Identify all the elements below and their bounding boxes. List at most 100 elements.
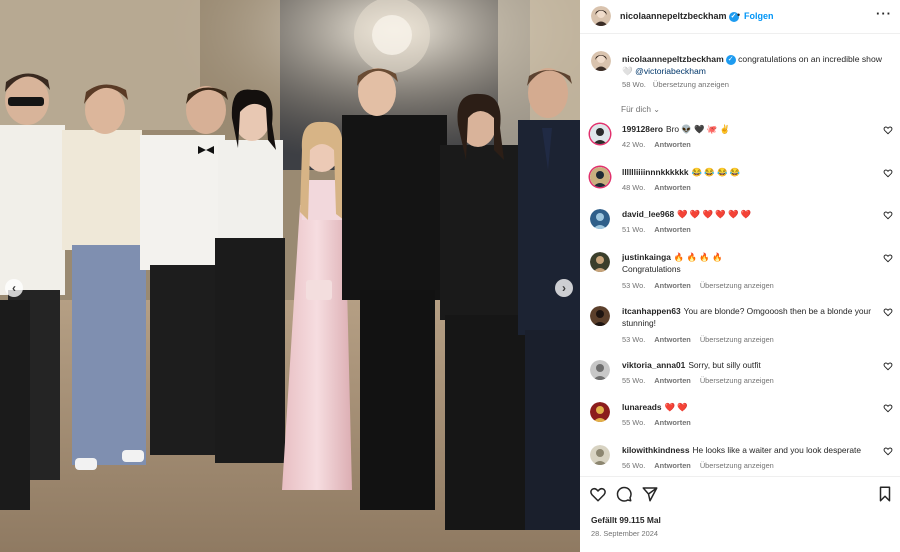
reply-button[interactable]: Antworten	[654, 225, 691, 234]
translate-link[interactable]: Übersetzung anzeigen	[700, 376, 774, 385]
commenter-username[interactable]: lllllliiiinnnkkkkkk	[622, 167, 689, 177]
commenter-avatar[interactable]	[590, 402, 610, 422]
comment-sort-label: Für dich	[621, 104, 651, 114]
paper-plane-icon[interactable]	[641, 485, 659, 503]
reply-button[interactable]: Antworten	[654, 418, 691, 427]
comment-bubble-icon[interactable]	[615, 485, 633, 503]
reply-button[interactable]: Antworten	[654, 140, 691, 149]
commenter-username[interactable]: 199128ero	[622, 124, 663, 134]
reply-button[interactable]: Antworten	[654, 183, 691, 192]
bookmark-icon[interactable]	[876, 485, 894, 503]
comment-body: david_lee968 ❤️ ❤️ ❤️ ❤️ ❤️ ❤️	[622, 208, 876, 220]
post-side-panel: nicolaannepeltzbeckham ✓ • Folgen ··· nic…	[580, 0, 900, 552]
caption-age: 58 Wo.	[622, 80, 646, 89]
commenter-username[interactable]: justinkainga	[622, 252, 671, 262]
comment-age: 53 Wo.	[622, 335, 646, 344]
comment-meta: 53 Wo. Antworten Übersetzung anzeigen	[622, 335, 783, 344]
comment-meta: 42 Wo. Antworten	[622, 140, 700, 149]
group-photo-illustration	[0, 0, 580, 552]
comment-text: Bro 👽 🖤 🐙 ✌️	[665, 124, 731, 134]
commenter-username[interactable]: itcanhappen63	[622, 306, 681, 316]
comment-text: He looks like a waiter and you look desp…	[692, 445, 862, 455]
chevron-left-icon: ‹	[12, 281, 16, 295]
reply-button[interactable]: Antworten	[654, 376, 691, 385]
post-header: nicolaannepeltzbeckham ✓ • Folgen ···	[580, 0, 900, 34]
commenter-avatar[interactable]	[590, 209, 610, 229]
commenter-avatar[interactable]	[590, 306, 610, 326]
reply-button[interactable]: Antworten	[654, 461, 691, 470]
separator-dot: •	[737, 10, 741, 20]
verified-badge-icon: ✓	[725, 55, 736, 65]
comment-text: Sorry, but silly outfit	[688, 360, 761, 370]
commenter-avatar[interactable]	[590, 124, 610, 144]
commenter-avatar[interactable]	[590, 445, 610, 465]
carousel-prev-button[interactable]: ‹	[5, 279, 23, 297]
post-caption: nicolaannepeltzbeckham ✓ congratulations …	[622, 53, 894, 77]
caption-heart: 🤍	[622, 66, 633, 76]
commenter-avatar[interactable]	[590, 360, 610, 380]
heart-icon[interactable]	[883, 168, 893, 178]
comment-body: itcanhappen63 You are blonde? Omgooosh th…	[622, 305, 876, 329]
author-username[interactable]: nicolaannepeltzbeckham ✓	[620, 11, 739, 22]
comment-meta: 51 Wo. Antworten	[622, 225, 700, 234]
caption-meta: 58 Wo. Übersetzung anzeigen	[622, 80, 736, 89]
comment-item: itcanhappen63 You are blonde? Omgooosh th…	[580, 305, 900, 345]
translate-link[interactable]: Übersetzung anzeigen	[700, 281, 774, 290]
like-count[interactable]: Gefällt 99.115 Mal	[591, 515, 661, 525]
comment-body: lunareads ❤️ ❤️	[622, 401, 876, 413]
commenter-username[interactable]: kilowithkindness	[622, 445, 689, 455]
heart-icon[interactable]	[883, 125, 893, 135]
heart-icon[interactable]	[883, 361, 893, 371]
comment-text: 😂 😂 😂 😂	[691, 167, 741, 177]
follow-button[interactable]: Folgen	[744, 11, 774, 21]
comment-age: 53 Wo.	[622, 281, 646, 290]
comment-age: 42 Wo.	[622, 140, 646, 149]
comment-meta: 55 Wo. Antworten Übersetzung anzeigen	[622, 376, 783, 385]
heart-icon[interactable]	[883, 210, 893, 220]
reply-button[interactable]: Antworten	[654, 335, 691, 344]
reply-button[interactable]: Antworten	[654, 281, 691, 290]
translate-link[interactable]: Übersetzung anzeigen	[700, 461, 774, 470]
heart-icon[interactable]	[883, 403, 893, 413]
comment-item: lunareads ❤️ ❤️ 55 Wo. Antworten	[580, 401, 900, 441]
chevron-right-icon: ›	[562, 281, 566, 295]
author-avatar[interactable]	[591, 6, 611, 26]
comment-body: viktoria_anna01 Sorry, but silly outfit	[622, 359, 876, 371]
heart-icon[interactable]	[883, 446, 893, 456]
chevron-down-icon: ⌄	[653, 105, 660, 114]
comment-body: 199128ero Bro 👽 🖤 🐙 ✌️	[622, 123, 876, 135]
comment-item: viktoria_anna01 Sorry, but silly outfit 55…	[580, 359, 900, 399]
translate-link[interactable]: Übersetzung anzeigen	[700, 335, 774, 344]
comment-item: david_lee968 ❤️ ❤️ ❤️ ❤️ ❤️ ❤️ 51 Wo. Antwo…	[580, 208, 900, 248]
commenter-username[interactable]: lunareads	[622, 402, 662, 412]
comment-age: 55 Wo.	[622, 376, 646, 385]
caption-author-avatar[interactable]	[591, 51, 611, 71]
carousel-next-button[interactable]: ›	[555, 279, 573, 297]
comment-body: lllllliiiinnnkkkkkk 😂 😂 😂 😂	[622, 166, 876, 178]
commenter-username[interactable]: david_lee968	[622, 209, 674, 219]
caption-text: congratulations on an incredible show	[738, 54, 882, 64]
comment-meta: 53 Wo. Antworten Übersetzung anzeigen	[622, 281, 783, 290]
comment-text: ❤️ ❤️ ❤️ ❤️ ❤️ ❤️	[677, 209, 752, 219]
comment-meta: 56 Wo. Antworten Übersetzung anzeigen	[622, 461, 783, 470]
post-photo[interactable]: ‹ ›	[0, 0, 580, 552]
comment-age: 56 Wo.	[622, 461, 646, 470]
caption-username[interactable]: nicolaannepeltzbeckham	[622, 54, 724, 64]
comment-age: 51 Wo.	[622, 225, 646, 234]
comment-text: ❤️ ❤️	[664, 402, 688, 412]
comment-meta: 55 Wo. Antworten	[622, 418, 700, 427]
comment-body: kilowithkindness He looks like a waiter a…	[622, 444, 876, 456]
more-options-icon[interactable]: ···	[876, 6, 892, 21]
caption-mention-link[interactable]: @victoriabeckham	[635, 66, 706, 76]
commenter-username[interactable]: viktoria_anna01	[622, 360, 685, 370]
comment-sort-dropdown[interactable]: Für dich ⌄	[621, 104, 660, 114]
heart-icon[interactable]	[883, 253, 893, 263]
heart-icon[interactable]	[883, 307, 893, 317]
comment-item: lllllliiiinnnkkkkkk 😂 😂 😂 😂 48 Wo. Antworte…	[580, 166, 900, 206]
comment-meta: 48 Wo. Antworten	[622, 183, 700, 192]
caption-translate-link[interactable]: Übersetzung anzeigen	[653, 80, 729, 89]
post-action-bar: Gefällt 99.115 Mal 28. September 2024	[580, 476, 900, 552]
commenter-avatar[interactable]	[590, 252, 610, 272]
commenter-avatar[interactable]	[590, 167, 610, 187]
heart-icon[interactable]	[589, 485, 607, 503]
